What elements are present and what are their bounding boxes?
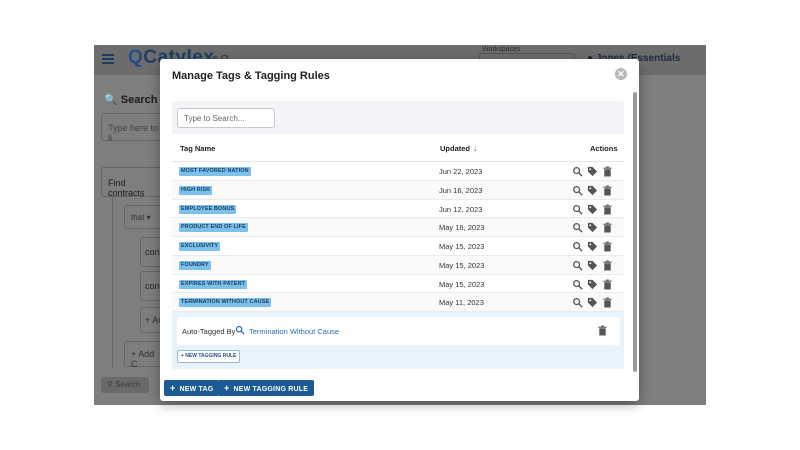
workspace-label: Workspaces bbox=[482, 46, 521, 53]
column-tag-name[interactable]: Tag Name bbox=[180, 144, 215, 153]
trash-icon[interactable] bbox=[602, 297, 613, 308]
search-icon[interactable] bbox=[572, 166, 583, 177]
tag-icon[interactable] bbox=[587, 297, 598, 308]
manage-tags-modal: Manage Tags & Tagging Rules ✕ Tag Name U… bbox=[160, 59, 639, 401]
plus-icon: + bbox=[170, 383, 176, 393]
column-actions: Actions bbox=[590, 144, 618, 153]
tag-chip[interactable]: EMPLOYEE BONUS bbox=[179, 204, 237, 214]
table-row[interactable]: EXPIRES WITH PATENT May 15, 2023 bbox=[172, 274, 624, 294]
plus-icon: + bbox=[224, 383, 230, 393]
tag-chip[interactable]: EXCLUSIVITY bbox=[179, 242, 221, 251]
auto-tagged-label: Auto-Tagged By bbox=[182, 327, 236, 336]
trash-icon[interactable] bbox=[602, 185, 613, 196]
trash-icon[interactable] bbox=[602, 222, 613, 233]
row-actions bbox=[572, 185, 616, 196]
sort-down-icon: ↓ bbox=[473, 144, 477, 153]
trash-icon[interactable] bbox=[597, 325, 608, 336]
updated-date: May 16, 2023 bbox=[439, 223, 485, 233]
trash-icon[interactable] bbox=[602, 166, 613, 177]
tag-chip[interactable]: TERMINATION WITHOUT CAUSE bbox=[179, 298, 272, 308]
trash-icon[interactable] bbox=[602, 241, 613, 252]
trash-icon[interactable] bbox=[602, 279, 613, 290]
row-actions bbox=[572, 260, 616, 271]
updated-date: Jun 12, 2023 bbox=[439, 204, 483, 214]
close-icon[interactable]: ✕ bbox=[615, 68, 627, 80]
updated-date: May 15, 2023 bbox=[439, 279, 485, 289]
tag-chip[interactable]: EXPIRES WITH PATENT bbox=[179, 279, 248, 289]
tag-icon[interactable] bbox=[587, 185, 598, 196]
tag-icon[interactable] bbox=[587, 166, 598, 177]
tag-search-input[interactable] bbox=[177, 108, 275, 128]
menu-icon[interactable] bbox=[102, 54, 114, 64]
updated-date: Jun 22, 2023 bbox=[439, 167, 483, 176]
tag-chip[interactable]: FOUNDRY bbox=[179, 260, 211, 270]
tag-icon[interactable] bbox=[587, 260, 598, 271]
new-tagging-rule-small-button[interactable]: + NEW TAGGING RULE bbox=[177, 350, 241, 363]
row-actions bbox=[572, 279, 616, 290]
column-updated[interactable]: Updated ↓ bbox=[440, 144, 477, 153]
tag-icon[interactable] bbox=[587, 279, 598, 290]
updated-date: Jun 16, 2023 bbox=[439, 185, 483, 195]
new-tagging-rule-button[interactable]: + NEW TAGGING RULE bbox=[218, 380, 315, 396]
updated-date: May 15, 2023 bbox=[439, 242, 485, 251]
auto-tag-rule-link[interactable]: Termination Without Cause bbox=[249, 327, 339, 336]
tag-chip[interactable]: PRODUCT END OF LIFE bbox=[179, 223, 248, 233]
search-icon[interactable] bbox=[572, 260, 583, 271]
trash-icon[interactable] bbox=[602, 260, 613, 271]
table-row[interactable]: MOST FAVORED NATION Jun 22, 2023 bbox=[172, 162, 624, 181]
modal-scrollbar[interactable] bbox=[633, 92, 637, 372]
table-row[interactable]: TERMINATION WITHOUT CAUSE May 11, 2023 bbox=[172, 293, 624, 312]
tag-icon[interactable] bbox=[587, 204, 598, 215]
table-body: MOST FAVORED NATION Jun 22, 2023 HIGH RISK… bbox=[172, 162, 624, 312]
modal-title: Manage Tags & Tagging Rules bbox=[172, 70, 330, 82]
updated-date: May 15, 2023 bbox=[439, 260, 485, 270]
search-heading: 🔍 Search bbox=[104, 94, 158, 106]
search-icon[interactable] bbox=[572, 279, 583, 290]
updated-date: May 11, 2023 bbox=[439, 298, 484, 308]
tag-chip[interactable]: MOST FAVORED NATION bbox=[179, 167, 251, 176]
tags-table: Tag Name Updated ↓ Actions MOST FAVORED N… bbox=[172, 134, 624, 312]
row-actions bbox=[572, 297, 616, 308]
tag-chip[interactable]: HIGH RISK bbox=[179, 185, 213, 195]
search-icon[interactable] bbox=[572, 204, 583, 215]
search-icon bbox=[235, 325, 245, 335]
row-actions bbox=[572, 204, 616, 215]
row-actions bbox=[572, 166, 616, 177]
search-icon[interactable] bbox=[572, 241, 583, 252]
auto-tag-card: Auto-Tagged By Termination Without Cause bbox=[177, 317, 620, 345]
table-header: Tag Name Updated ↓ Actions bbox=[172, 134, 624, 162]
new-tag-button[interactable]: + NEW TAG bbox=[164, 380, 220, 396]
tag-icon[interactable] bbox=[587, 222, 598, 233]
search-icon[interactable] bbox=[572, 185, 583, 196]
table-row[interactable]: HIGH RISK Jun 16, 2023 bbox=[172, 180, 624, 200]
search-icon[interactable] bbox=[572, 222, 583, 233]
row-actions bbox=[572, 222, 616, 233]
tags-content: Tag Name Updated↓ Actions MOST FAVORED N… bbox=[172, 101, 624, 369]
tag-icon[interactable] bbox=[587, 241, 598, 252]
table-row[interactable]: FOUNDRY May 15, 2023 bbox=[172, 255, 624, 275]
search-button[interactable]: ⚲ Search bbox=[101, 377, 149, 393]
table-row[interactable]: EMPLOYEE BONUS Jun 12, 2023 bbox=[172, 199, 624, 219]
auto-tag-panel: Auto-Tagged By Termination Without Cause… bbox=[172, 312, 624, 369]
table-row[interactable]: PRODUCT END OF LIFE May 16, 2023 bbox=[172, 218, 624, 237]
search-icon[interactable] bbox=[572, 297, 583, 308]
row-actions bbox=[572, 241, 616, 252]
table-row[interactable]: EXCLUSIVITY May 15, 2023 bbox=[172, 237, 624, 256]
trash-icon[interactable] bbox=[602, 204, 613, 215]
